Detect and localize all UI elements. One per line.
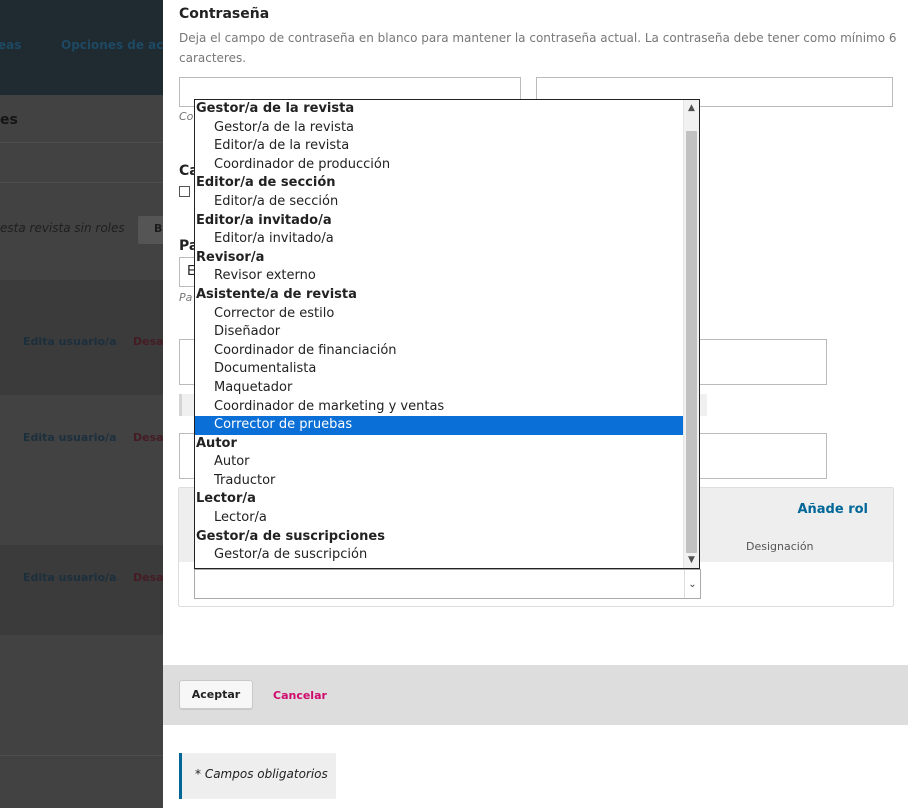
designation-column-header: Designación bbox=[746, 540, 814, 553]
role-select[interactable]: ⌄ bbox=[194, 569, 701, 599]
role-option[interactable]: Coordinador de financiación bbox=[195, 342, 683, 361]
role-option[interactable]: Coordinador de producción bbox=[195, 156, 683, 175]
option-group-label: Editor/a de sección bbox=[196, 175, 336, 191]
chevron-down-icon: ⌄ bbox=[684, 570, 700, 598]
role-option[interactable]: Editor/a de sección bbox=[195, 193, 683, 212]
role-option[interactable]: Traductor bbox=[195, 472, 683, 491]
role-option-list: Gestor/a de la revista Gestor/a de la rev… bbox=[195, 100, 683, 565]
background-button: B bbox=[138, 216, 163, 244]
background-edit-user-link: Edita usuario/a bbox=[23, 335, 117, 348]
role-option[interactable]: Coordinador de marketing y ventas bbox=[195, 398, 683, 417]
background-row-band bbox=[0, 545, 163, 635]
cancel-button[interactable]: Cancelar bbox=[273, 689, 327, 702]
background-divider bbox=[0, 142, 163, 143]
option-group-label: Asistente/a de revista bbox=[196, 286, 357, 302]
role-option[interactable]: Autor bbox=[195, 453, 683, 472]
option-group-label: Lector/a bbox=[196, 491, 256, 507]
scroll-down-icon[interactable]: ▼ bbox=[684, 552, 699, 568]
background-disable-link: Desac bbox=[133, 431, 163, 444]
role-option[interactable]: Editor/a de la revista bbox=[195, 137, 683, 156]
required-fields-note: * Campos obligatorios bbox=[179, 753, 336, 799]
background-disable-link: Desac bbox=[133, 335, 163, 348]
password-description: Deja el campo de contraseña en blanco pa… bbox=[179, 31, 897, 65]
role-option[interactable]: Lector/a bbox=[195, 509, 683, 528]
background-disable-link: Desac bbox=[133, 571, 163, 584]
option-group-label: Revisor/a bbox=[196, 249, 265, 265]
editor-toolbar-mark bbox=[179, 394, 182, 416]
change-password-checkbox[interactable] bbox=[179, 186, 190, 197]
listbox-scrollbar[interactable]: ▲ ▼ bbox=[683, 100, 699, 568]
password-hint: Co bbox=[179, 110, 194, 123]
accept-button[interactable]: Aceptar bbox=[179, 680, 253, 710]
role-select-listbox[interactable]: Gestor/a de la revista Gestor/a de la rev… bbox=[194, 99, 700, 569]
role-option[interactable]: Documentalista bbox=[195, 360, 683, 379]
role-option[interactable]: Diseñador bbox=[195, 323, 683, 342]
password-label: Contraseña bbox=[179, 6, 270, 22]
role-option[interactable]: Gestor/a de la revista bbox=[195, 119, 683, 138]
background-no-roles-text: esta revista sin roles bbox=[0, 221, 125, 235]
scrollbar-thumb[interactable] bbox=[686, 131, 697, 553]
option-group-label: Editor/a invitado/a bbox=[196, 212, 332, 228]
background-divider bbox=[0, 755, 163, 756]
background-nav-bar: eas Opciones de acceso bbox=[0, 0, 163, 95]
role-option[interactable]: Corrector de estilo bbox=[195, 305, 683, 324]
role-option[interactable]: Maquetador bbox=[195, 379, 683, 398]
role-option[interactable]: Revisor externo bbox=[195, 267, 683, 286]
background-edit-user-link: Edita usuario/a bbox=[23, 571, 117, 584]
background-edit-user-link: Edita usuario/a bbox=[23, 431, 117, 444]
role-option[interactable]: Editor/a invitado/a bbox=[195, 230, 683, 249]
role-option[interactable]: Gestor/a de suscripción bbox=[195, 546, 683, 565]
scroll-up-icon[interactable]: ▲ bbox=[684, 100, 699, 116]
option-group-label: Gestor/a de la revista bbox=[196, 101, 355, 116]
option-group-label: Autor bbox=[196, 435, 237, 451]
background-divider bbox=[0, 182, 163, 183]
role-option-selected[interactable]: Corrector de pruebas bbox=[195, 416, 683, 435]
option-group-label: Gestor/a de suscripciones bbox=[196, 528, 385, 544]
background-nav-item: eas bbox=[0, 38, 22, 52]
background-nav-item: Opciones de acceso bbox=[61, 38, 163, 52]
background-overlay: eas Opciones de acceso es esta revista s… bbox=[0, 0, 163, 808]
add-role-link[interactable]: Añade rol bbox=[797, 502, 868, 517]
language-hint: Pa bbox=[179, 291, 193, 304]
background-page-title: es bbox=[0, 112, 18, 128]
modal-footer: Aceptar Cancelar bbox=[163, 665, 908, 725]
